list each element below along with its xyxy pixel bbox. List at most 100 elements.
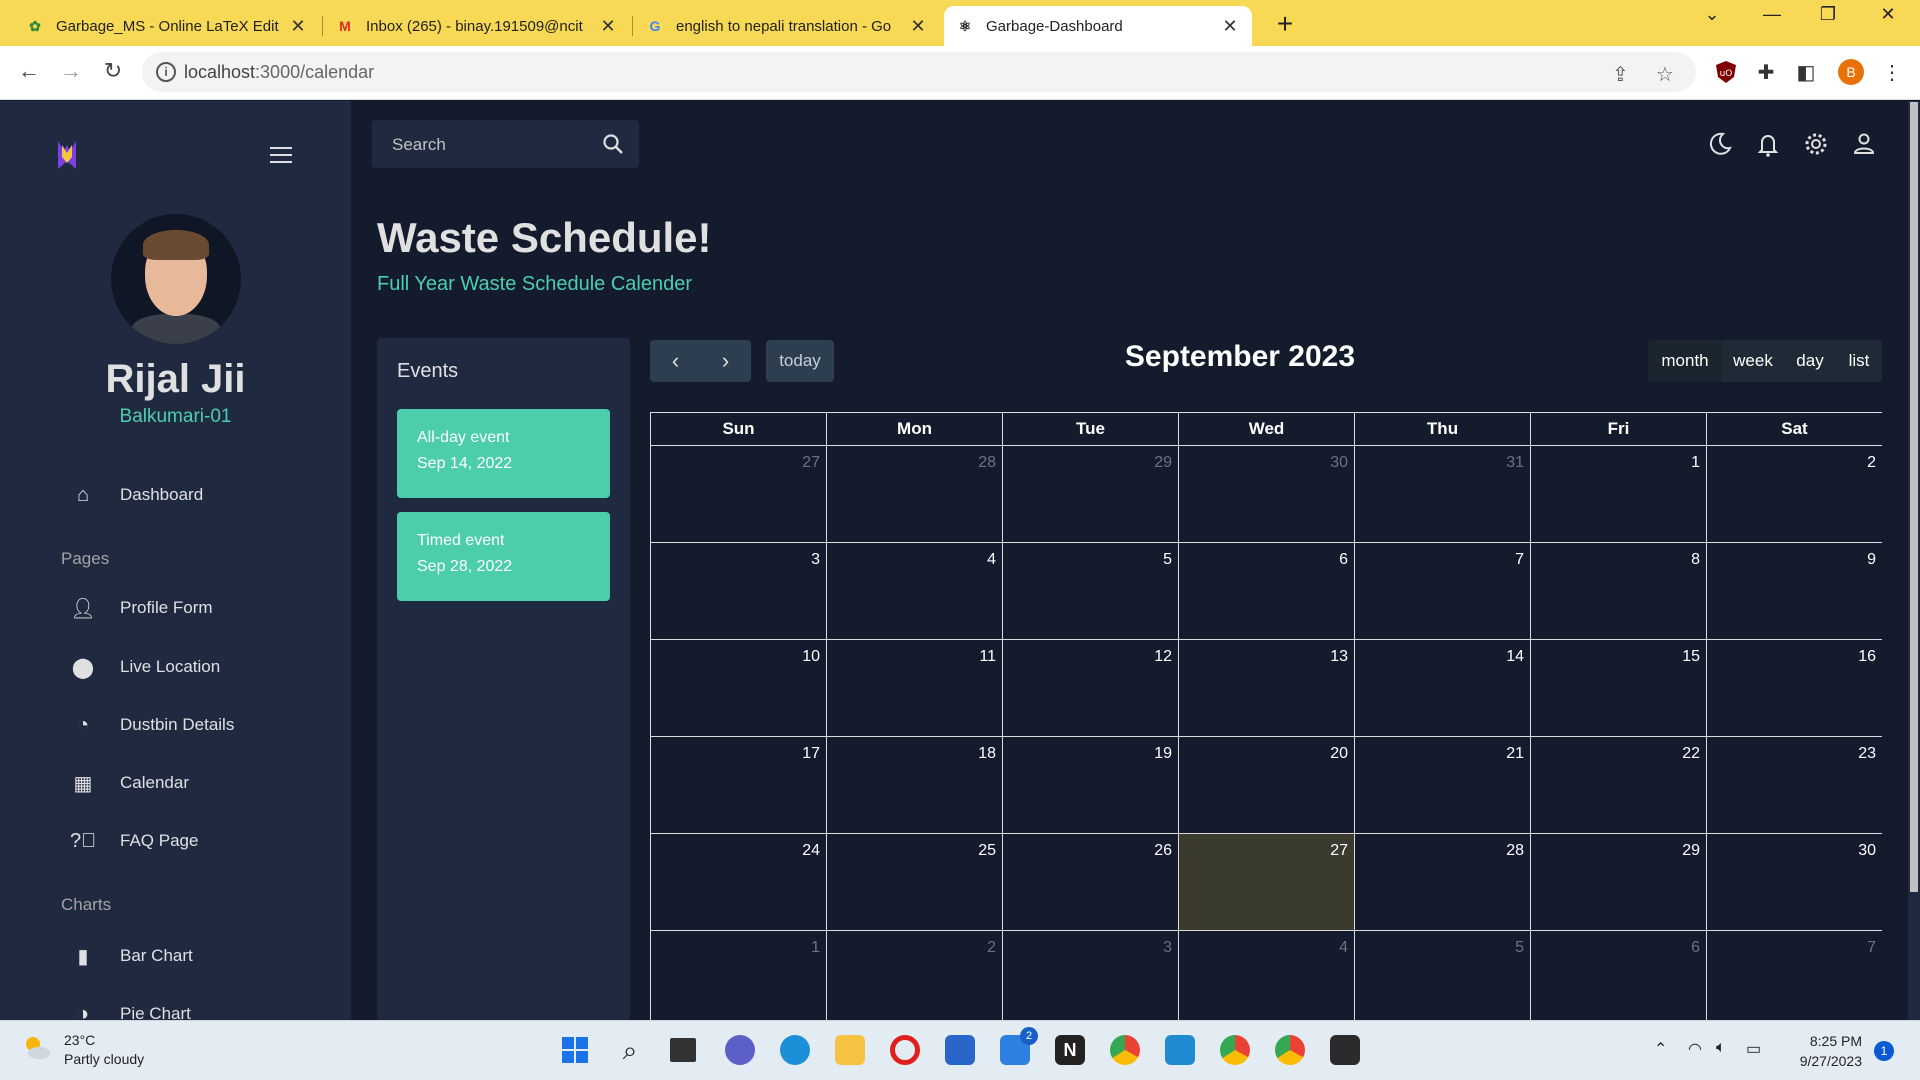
- day-number[interactable]: 24: [802, 842, 820, 860]
- search-icon[interactable]: [601, 132, 625, 156]
- day-number[interactable]: 2: [987, 939, 996, 957]
- calendar-day-cell[interactable]: 14: [1355, 640, 1531, 737]
- day-number[interactable]: 19: [1154, 745, 1172, 763]
- wifi-icon[interactable]: ◠: [1688, 1039, 1702, 1059]
- sidebar-item-dustbin-details[interactable]: ◔ Dustbin Details: [70, 710, 234, 740]
- chrome-icon[interactable]: [1110, 1035, 1140, 1065]
- back-icon[interactable]: ←: [14, 58, 44, 84]
- calendar-day-cell[interactable]: 28: [827, 446, 1003, 543]
- sidebar-item-dashboard[interactable]: ⌂ Dashboard: [70, 480, 203, 510]
- task-view-icon[interactable]: [670, 1038, 696, 1062]
- browser-tab-active[interactable]: ⚛ Garbage-Dashboard ✕: [944, 6, 1252, 46]
- calendar-day-cell[interactable]: 27: [1179, 834, 1355, 931]
- day-number[interactable]: 27: [802, 454, 820, 472]
- browser-tab[interactable]: G english to nepali translation - Go ✕: [634, 6, 940, 46]
- event-card[interactable]: Timed event Sep 28, 2022: [397, 512, 610, 601]
- day-number[interactable]: 31: [1506, 454, 1524, 472]
- new-tab-icon[interactable]: +: [1270, 8, 1300, 40]
- calendar-day-cell[interactable]: 2: [1707, 446, 1882, 543]
- sidebar-item-live-location[interactable]: ⬤ Live Location: [70, 652, 220, 682]
- day-number[interactable]: 28: [1506, 842, 1524, 860]
- day-number[interactable]: 25: [978, 842, 996, 860]
- calendar-day-cell[interactable]: 4: [1179, 931, 1355, 1020]
- day-number[interactable]: 11: [979, 648, 996, 666]
- day-number[interactable]: 29: [1154, 454, 1172, 472]
- calendar-day-cell[interactable]: 24: [651, 834, 827, 931]
- tab-search-icon[interactable]: ⌄: [1692, 4, 1732, 25]
- calendar-day-cell[interactable]: 13: [1179, 640, 1355, 737]
- close-tab-icon[interactable]: ✕: [1220, 16, 1240, 37]
- calendar-day-cell[interactable]: 4: [827, 543, 1003, 640]
- extensions-puzzle-icon[interactable]: ✚: [1754, 60, 1778, 84]
- calendar-day-cell[interactable]: 9: [1707, 543, 1882, 640]
- calendar-day-cell[interactable]: 21: [1355, 737, 1531, 834]
- calendar-day-cell[interactable]: 12: [1003, 640, 1179, 737]
- day-number[interactable]: 6: [1691, 939, 1700, 957]
- taskbar-clock[interactable]: 8:25 PM 9/27/2023: [1782, 1031, 1862, 1071]
- day-number[interactable]: 30: [1330, 454, 1348, 472]
- menu-toggle-icon[interactable]: [270, 147, 292, 168]
- calendar-day-cell[interactable]: 25: [827, 834, 1003, 931]
- dark-mode-moon-icon[interactable]: [1706, 130, 1734, 158]
- day-number[interactable]: 8: [1691, 551, 1700, 569]
- day-number[interactable]: 23: [1858, 745, 1876, 763]
- day-number[interactable]: 27: [1330, 842, 1348, 860]
- weather-widget[interactable]: 23°C Partly cloudy: [20, 1031, 144, 1069]
- day-number[interactable]: 18: [978, 745, 996, 763]
- view-month-button[interactable]: month: [1648, 340, 1722, 382]
- calendar-day-cell[interactable]: 17: [651, 737, 827, 834]
- view-week-button[interactable]: week: [1722, 340, 1784, 382]
- calendar-day-cell[interactable]: 6: [1179, 543, 1355, 640]
- search-icon[interactable]: ⌕: [615, 1035, 645, 1065]
- day-number[interactable]: 5: [1515, 939, 1524, 957]
- calendar-day-cell[interactable]: 7: [1355, 543, 1531, 640]
- view-list-button[interactable]: list: [1836, 340, 1882, 382]
- today-button[interactable]: today: [766, 340, 834, 382]
- restore-icon[interactable]: ❐: [1808, 4, 1848, 25]
- battery-icon[interactable]: ▭: [1746, 1039, 1761, 1059]
- sidebar-item-calendar[interactable]: ▦ Calendar: [70, 768, 189, 798]
- day-number[interactable]: 15: [1682, 648, 1700, 666]
- day-number[interactable]: 3: [811, 551, 820, 569]
- day-number[interactable]: 9: [1867, 551, 1876, 569]
- calendar-day-cell[interactable]: 5: [1355, 931, 1531, 1020]
- calendar-day-cell[interactable]: 28: [1355, 834, 1531, 931]
- day-number[interactable]: 4: [987, 551, 996, 569]
- sidebar-item-faq-page[interactable]: ?⃝ FAQ Page: [70, 826, 198, 856]
- calendar-day-cell[interactable]: 16: [1707, 640, 1882, 737]
- vscode-icon[interactable]: [1165, 1035, 1195, 1065]
- calendar-day-cell[interactable]: 19: [1003, 737, 1179, 834]
- chevron-up-icon[interactable]: ⌃: [1654, 1039, 1667, 1059]
- file-explorer-icon[interactable]: [835, 1035, 865, 1065]
- calendar-day-cell[interactable]: 5: [1003, 543, 1179, 640]
- calendar-day-cell[interactable]: 15: [1531, 640, 1707, 737]
- volume-icon[interactable]: 🔈︎: [1716, 1039, 1726, 1057]
- day-number[interactable]: 12: [1154, 648, 1172, 666]
- calendar-day-cell[interactable]: 11: [827, 640, 1003, 737]
- sidebar-item-profile-form[interactable]: 👤︎ Profile Form: [70, 593, 212, 623]
- site-info-icon[interactable]: i: [156, 62, 176, 82]
- prev-month-chevron-icon[interactable]: ‹: [651, 348, 701, 374]
- calendar-day-cell[interactable]: 3: [1003, 931, 1179, 1020]
- calendar-day-cell[interactable]: 1: [651, 931, 827, 1020]
- browser-tab[interactable]: M Inbox (265) - binay.191509@ncit ✕: [324, 6, 630, 46]
- calendar-day-cell[interactable]: 10: [651, 640, 827, 737]
- terminal-icon[interactable]: [1330, 1035, 1360, 1065]
- calendar-day-cell[interactable]: 23: [1707, 737, 1882, 834]
- menu-kebab-icon[interactable]: ⋮: [1880, 60, 1904, 84]
- day-number[interactable]: 1: [1691, 454, 1700, 472]
- view-day-button[interactable]: day: [1784, 340, 1836, 382]
- day-number[interactable]: 6: [1339, 551, 1348, 569]
- day-number[interactable]: 29: [1682, 842, 1700, 860]
- close-tab-icon[interactable]: ✕: [598, 16, 618, 37]
- reload-icon[interactable]: ↻: [98, 58, 128, 84]
- sidebar-item-pie-chart[interactable]: ◑ Pie Chart: [70, 999, 191, 1021]
- day-number[interactable]: 5: [1163, 551, 1172, 569]
- calendar-day-cell[interactable]: 8: [1531, 543, 1707, 640]
- day-number[interactable]: 7: [1867, 939, 1876, 957]
- forward-icon[interactable]: →: [56, 58, 86, 84]
- day-number[interactable]: 1: [811, 939, 820, 957]
- calendar-day-cell[interactable]: 18: [827, 737, 1003, 834]
- calendar-day-cell[interactable]: 7: [1707, 931, 1882, 1020]
- day-number[interactable]: 14: [1506, 648, 1524, 666]
